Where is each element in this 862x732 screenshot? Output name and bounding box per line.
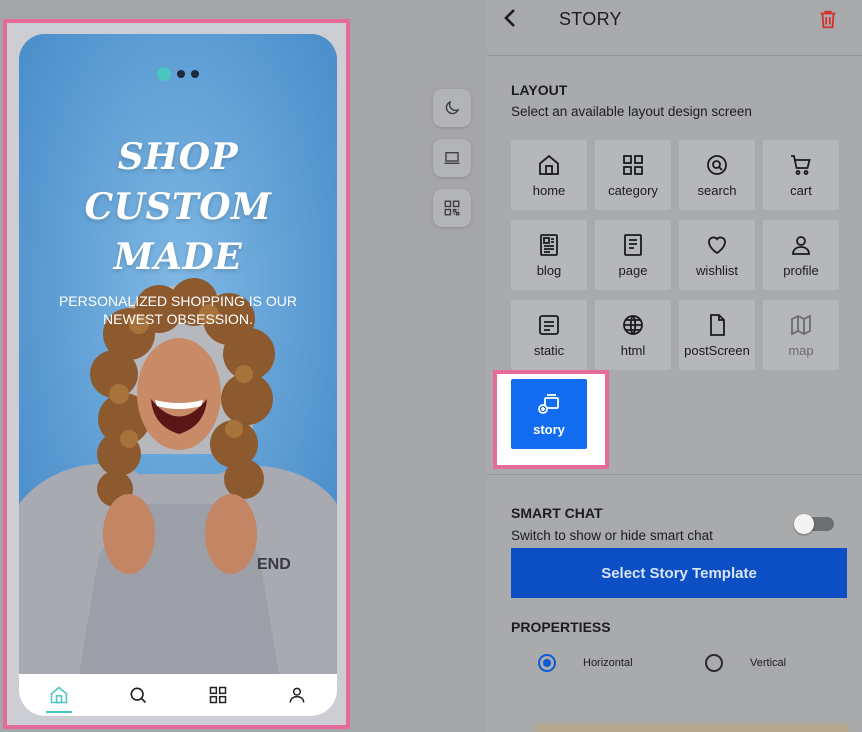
layout-tile-label: map — [788, 342, 814, 358]
layout-tile-label: html — [620, 342, 646, 358]
layout-tile-cart[interactable]: cart — [763, 140, 839, 210]
layout-tile-label: story — [533, 421, 565, 437]
radio-label: Horizontal — [583, 657, 633, 669]
radio-label: Vertical — [750, 657, 787, 669]
grid-icon — [209, 686, 226, 704]
layout-tile-wishlist[interactable]: wishlist — [679, 220, 755, 290]
layout-tile-html[interactable]: html — [595, 300, 671, 370]
heart-icon — [708, 236, 726, 254]
blog-icon — [540, 233, 558, 256]
page-icon — [624, 233, 642, 256]
qr-code-icon — [444, 200, 460, 216]
phone-preview[interactable]: END SHOP CUSTOM MADE PERSONALIZED SHOPPI… — [19, 34, 337, 716]
radio-vertical[interactable]: Vertical — [705, 654, 786, 672]
home-icon — [539, 154, 559, 175]
radio-button[interactable] — [538, 654, 556, 672]
layout-tile-profile[interactable]: profile — [763, 220, 839, 290]
panel-title: STORY — [559, 9, 622, 29]
layout-tile-home[interactable]: home — [511, 140, 587, 210]
story-subtitle: PERSONALIZED SHOPPING IS OUR NEWEST OBSE… — [39, 292, 317, 328]
layout-tile-page[interactable]: page — [595, 220, 671, 290]
preview-area: END SHOP CUSTOM MADE PERSONALIZED SHOPPI… — [0, 0, 487, 732]
layout-tile-category[interactable]: category — [595, 140, 671, 210]
layout-heading: LAYOUT — [511, 82, 568, 98]
layout-tile-postscreen[interactable]: postScreen — [679, 300, 755, 370]
story-subtitle-line1: PERSONALIZED SHOPPING IS OUR — [58, 293, 298, 309]
radio-button[interactable] — [705, 654, 723, 672]
search-icon — [130, 687, 147, 704]
dark-mode-button[interactable] — [433, 89, 471, 127]
properties-heading: PROPERTIESS — [511, 619, 611, 635]
nav-profile[interactable] — [277, 675, 317, 715]
trash-icon[interactable] — [817, 8, 839, 30]
layout-tile-label: page — [618, 262, 648, 278]
map-icon — [791, 314, 811, 335]
layout-tile-label: profile — [783, 262, 819, 278]
phone-bottom-nav — [19, 674, 337, 716]
user-icon — [792, 235, 810, 255]
layout-tile-label: blog — [536, 262, 562, 278]
nav-search[interactable] — [118, 675, 158, 715]
layout-tile-search[interactable]: search — [679, 140, 755, 210]
grid-icon — [623, 154, 643, 175]
next-section-peek — [535, 724, 849, 732]
section-divider — [487, 474, 862, 475]
layout-tile-label: postScreen — [684, 342, 750, 358]
globe-icon — [623, 314, 643, 335]
cart-icon — [791, 154, 811, 175]
layout-tile-blog[interactable]: blog — [511, 220, 587, 290]
search-icon — [707, 154, 727, 175]
layout-tile-label: cart — [790, 182, 812, 198]
layout-tile-static[interactable]: static — [511, 300, 587, 370]
story-background-photo: END — [19, 34, 337, 674]
radio-horizontal[interactable]: Horizontal — [538, 654, 633, 672]
back-icon[interactable] — [499, 6, 523, 30]
layout-tile-map[interactable]: map — [763, 300, 839, 370]
panel-header: STORY — [487, 0, 862, 56]
carousel-dot-active[interactable] — [157, 67, 171, 81]
story-title-line2: MADE — [113, 236, 243, 278]
story-title: SHOP CUSTOM MADE — [29, 132, 327, 282]
story-subtitle-line2: NEWEST OBSESSION. — [103, 311, 253, 327]
home-icon — [50, 686, 67, 704]
carousel-dot[interactable] — [177, 70, 185, 78]
layout-tile-label: home — [532, 182, 566, 198]
layout-tile-label: static — [533, 342, 565, 358]
settings-panel: STORY LAYOUT Select an available layout … — [487, 0, 862, 732]
static-icon — [539, 314, 559, 335]
story-icon — [538, 393, 559, 414]
story-title-line1: SHOP CUSTOM — [84, 136, 272, 228]
toggle-knob — [794, 514, 814, 534]
smart-chat-description: Switch to show or hide smart chat — [511, 528, 713, 543]
layout-description: Select an available layout design screen — [511, 104, 752, 119]
smart-chat-heading: SMART CHAT — [511, 505, 603, 521]
carousel-dot[interactable] — [191, 70, 199, 78]
laptop-icon — [444, 152, 460, 164]
nav-home[interactable] — [39, 675, 79, 715]
layout-tile-label: wishlist — [696, 262, 738, 278]
smart-chat-toggle[interactable] — [794, 514, 834, 534]
moon-icon — [445, 100, 460, 115]
nav-category[interactable] — [198, 675, 238, 715]
user-icon — [289, 687, 305, 703]
qr-code-button[interactable] — [433, 189, 471, 227]
select-story-template-button[interactable]: Select Story Template — [511, 548, 847, 598]
desktop-view-button[interactable] — [433, 139, 471, 177]
layout-tile-label: category — [608, 182, 658, 198]
layout-tile-label: search — [697, 182, 737, 198]
layout-tile-story[interactable]: story — [511, 379, 587, 449]
svg-text:END: END — [257, 556, 291, 573]
carousel-indicator[interactable] — [19, 67, 337, 81]
document-icon — [710, 313, 725, 336]
